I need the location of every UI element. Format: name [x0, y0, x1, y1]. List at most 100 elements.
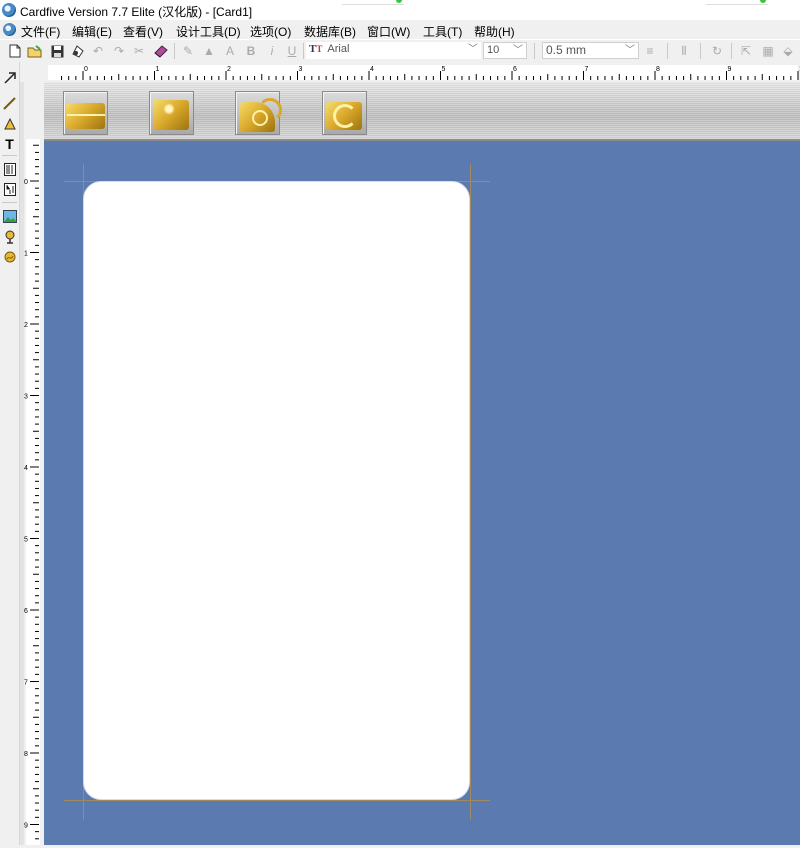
horizontal-ruler-ticks: 012345678910: [48, 65, 800, 80]
underline-icon[interactable]: U: [284, 43, 300, 59]
ruler-label: 1: [24, 251, 28, 258]
line-width-value: 0.5 mm: [546, 43, 587, 57]
ruler-label: 0: [84, 66, 88, 73]
menu-database[interactable]: 数据库(B): [304, 23, 356, 40]
ruler-label: 1: [156, 66, 160, 73]
toolbar-separator: [731, 43, 732, 59]
toolbar-separator: [534, 43, 535, 59]
ruler-label: 5: [442, 66, 446, 73]
barcode2d-tool-icon[interactable]: [2, 182, 17, 197]
horizontal-ruler[interactable]: 012345678910: [44, 62, 800, 82]
toolbar: ↶ ↷ ✂ ✎ ▲ A B i U TT Arial ﹀ 10 ﹀ 0.5 mm…: [0, 39, 800, 63]
fill-color-icon[interactable]: ✎: [180, 43, 196, 59]
db-button-3-icon: [236, 92, 282, 134]
ruler-label: 9: [24, 823, 28, 830]
document-control-icon[interactable]: [3, 23, 16, 36]
font-size-value: 10: [487, 44, 500, 56]
line-tool-icon[interactable]: [2, 96, 17, 111]
bold-icon[interactable]: B: [243, 43, 259, 59]
truetype-icon: TT: [309, 43, 323, 55]
app-icon: [2, 3, 16, 17]
ruler-label: 2: [24, 322, 28, 329]
ruler-label: 8: [656, 66, 660, 73]
group-icon[interactable]: ▦: [760, 43, 776, 59]
select-arrow-icon[interactable]: [2, 70, 17, 85]
ruler-label: 6: [513, 66, 517, 73]
menu-help[interactable]: 帮助(H): [474, 23, 515, 40]
italic-icon[interactable]: i: [264, 43, 280, 59]
ruler-label: 7: [585, 66, 589, 73]
db-link-button[interactable]: [235, 91, 282, 135]
menu-window[interactable]: 窗口(W): [367, 23, 410, 40]
menu-design-tools[interactable]: 设计工具(D): [176, 23, 241, 40]
chevron-down-icon: ﹀: [625, 45, 635, 56]
menu-options[interactable]: 选项(O): [250, 23, 291, 40]
font-name-select[interactable]: TT Arial ﹀: [306, 42, 481, 59]
design-canvas[interactable]: [44, 82, 800, 845]
camera-tool-icon[interactable]: [2, 229, 17, 244]
db-refresh-button[interactable]: [322, 91, 367, 135]
toolbar-separator: [303, 43, 304, 59]
tool-separator: [2, 202, 17, 203]
line-color-icon[interactable]: ▲: [201, 43, 217, 59]
ruler-label: 6: [24, 608, 28, 615]
ruler-background: [48, 65, 798, 80]
signature-tool-icon[interactable]: [2, 249, 17, 264]
toolbar-separator: [667, 43, 668, 59]
distribute-icon[interactable]: ⦀: [676, 43, 692, 59]
align-icon[interactable]: ≡: [642, 43, 658, 59]
text-tool-icon[interactable]: T: [2, 136, 17, 152]
menu-edit[interactable]: 编辑(E): [72, 23, 112, 40]
drawing-tools-panel: T: [0, 62, 20, 845]
ruler-label: 3: [299, 66, 303, 73]
ruler-label: 4: [24, 465, 28, 472]
line-width-select[interactable]: 0.5 mm ﹀: [542, 42, 639, 59]
tool-separator: [2, 155, 17, 156]
menu-tools[interactable]: 工具(T): [423, 23, 462, 40]
db-connect-button[interactable]: [63, 91, 108, 135]
menu-view[interactable]: 查看(V): [123, 23, 163, 40]
open-file-icon[interactable]: [27, 43, 43, 59]
menu-file[interactable]: 文件(F): [21, 23, 60, 40]
db-button-4-icon: [323, 92, 366, 134]
database-panel: [44, 82, 800, 141]
ruler-label: 0: [24, 179, 28, 186]
ruler-label: 5: [24, 537, 28, 544]
background-window-tab[interactable]: [706, 0, 768, 5]
new-file-icon[interactable]: [7, 43, 23, 59]
ruler-label: 7: [24, 680, 28, 687]
vertical-ruler-strip: [20, 82, 24, 845]
font-name-value: Arial: [327, 43, 350, 55]
menu-bar: 文件(F) 编辑(E) 查看(V) 设计工具(D) 选项(O) 数据库(B) 窗…: [0, 20, 800, 39]
ruler-label: 3: [24, 394, 28, 401]
eraser-icon[interactable]: [152, 43, 168, 59]
card-canvas[interactable]: [83, 181, 470, 800]
flip-icon[interactable]: ⬙: [780, 43, 796, 59]
ruler-label: 9: [728, 66, 732, 73]
db-record-button[interactable]: [149, 91, 194, 135]
chevron-down-icon: ﹀: [468, 44, 478, 55]
ruler-corner: [20, 62, 44, 82]
shape-tool-icon[interactable]: [2, 116, 17, 131]
background-window-tab[interactable]: [342, 0, 404, 5]
rotate-icon[interactable]: ↻: [709, 43, 725, 59]
barcode-tool-icon[interactable]: [2, 162, 17, 177]
font-size-select[interactable]: 10 ﹀: [483, 42, 527, 59]
db-button-2-icon: [150, 92, 193, 134]
db-button-1-icon: [64, 92, 107, 134]
ruler-label: 8: [24, 751, 28, 758]
guide-line: [64, 800, 490, 801]
title-bar: Cardfive Version 7.7 Elite (汉化版) - [Card…: [0, 0, 800, 20]
save-icon[interactable]: [49, 43, 65, 59]
ruler-label: 2: [227, 66, 231, 73]
undo-icon[interactable]: ↶: [90, 43, 106, 59]
text-color-icon[interactable]: A: [222, 43, 238, 59]
print-icon[interactable]: [69, 43, 85, 59]
image-tool-icon[interactable]: [2, 209, 17, 224]
bring-front-icon[interactable]: ⇱: [738, 43, 754, 59]
vertical-ruler[interactable]: 0 1 2 3 4 5 6 7 8 9: [20, 82, 44, 845]
chevron-down-icon: ﹀: [513, 45, 523, 56]
cut-icon[interactable]: ✂: [131, 43, 147, 59]
ruler-label: 4: [370, 66, 374, 73]
redo-icon[interactable]: ↷: [111, 43, 127, 59]
